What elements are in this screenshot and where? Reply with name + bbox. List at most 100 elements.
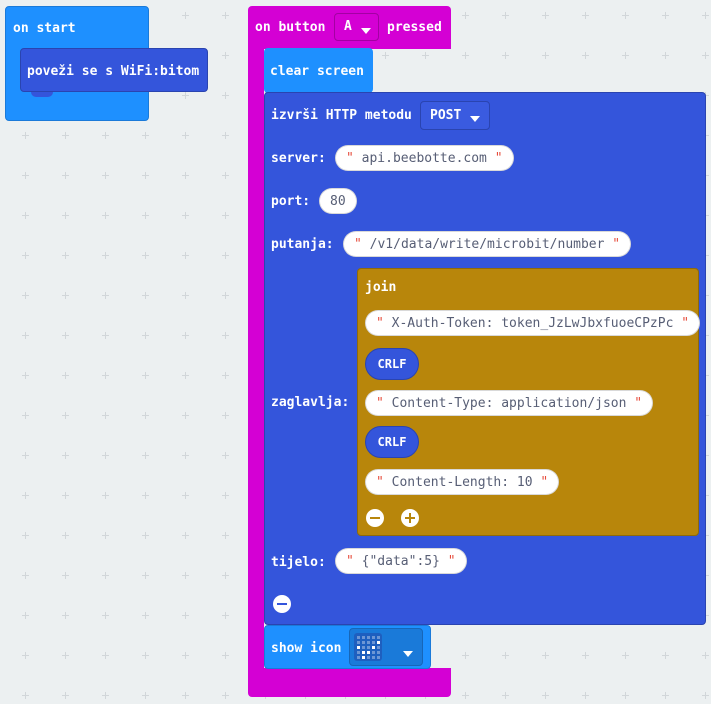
led-cell [357, 636, 360, 639]
grid-dot [185, 612, 186, 619]
led-cell [367, 641, 370, 644]
path-input[interactable]: " /v1/data/write/microbit/number " [343, 231, 632, 257]
remove-item-icon[interactable] [366, 509, 384, 527]
grid-dot [25, 292, 26, 299]
led-cell [372, 636, 375, 639]
led-cell [377, 641, 380, 644]
crlf-block[interactable]: CRLF [365, 426, 419, 458]
grid-dot [225, 492, 226, 499]
content-length-value: Content-Length: 10 [391, 475, 533, 490]
grid-dot [225, 12, 226, 19]
show-icon-block[interactable]: show icon [264, 625, 431, 669]
grid-dot [145, 572, 146, 579]
join-item-auth-token[interactable]: " X-Auth-Token: token_JzLwJbxfuoeCPzPc " [365, 310, 701, 336]
grid-dot [105, 492, 106, 499]
body-input[interactable]: " {"data":5} " [335, 548, 467, 574]
led-cell [377, 656, 380, 659]
grid-dot [625, 652, 626, 659]
http-method-block[interactable]: izvrši HTTP metodu POST server: " api.be… [264, 92, 706, 625]
grid-dot [25, 372, 26, 379]
led-cell [357, 641, 360, 644]
grid-dot [145, 172, 146, 179]
headers-label: zaglavlja: [271, 395, 350, 410]
grid-dot [25, 332, 26, 339]
grid-dot [185, 572, 186, 579]
led-cell [362, 646, 365, 649]
grid-dot [225, 132, 226, 139]
grid-dot [705, 652, 706, 659]
join-item-content-length[interactable]: " Content-Length: 10 " [365, 469, 560, 495]
clear-screen-block[interactable]: clear screen [264, 48, 373, 93]
grid-dot [225, 172, 226, 179]
led-cell [367, 646, 370, 649]
grid-dot [25, 172, 26, 179]
method-dropdown[interactable]: POST [420, 101, 490, 130]
grid-dot [225, 92, 226, 99]
body-label: tijelo: [271, 555, 326, 570]
grid-dot [185, 532, 186, 539]
grid-dot [225, 532, 226, 539]
grid-dot [185, 132, 186, 139]
grid-dot [545, 12, 546, 19]
grid-dot [665, 692, 666, 699]
chevron-down-icon [470, 108, 480, 127]
content-type-value: Content-Type: application/json [391, 396, 627, 411]
crlf-label: CRLF [377, 435, 407, 449]
join-item-content-type[interactable]: " Content-Type: application/json " [365, 390, 654, 416]
grid-dot [185, 652, 186, 659]
grid-dot [185, 692, 186, 699]
grid-dot [585, 692, 586, 699]
grid-dot [625, 692, 626, 699]
grid-dot [225, 412, 226, 419]
grid-dot [145, 492, 146, 499]
grid-dot [425, 52, 426, 59]
grid-dot [545, 52, 546, 59]
on-button-pressed-block[interactable]: on button A pressed [248, 6, 451, 49]
connect-wifi-block[interactable]: poveži se s WiFi:bitom [20, 48, 208, 97]
quote-open-icon: " [376, 475, 384, 490]
grid-dot [105, 532, 106, 539]
clear-screen-label: clear screen [270, 64, 364, 79]
grid-dot [145, 212, 146, 219]
grid-dot [225, 212, 226, 219]
grid-dot [145, 252, 146, 259]
server-input[interactable]: " api.beebotte.com " [335, 145, 514, 171]
grid-dot [185, 492, 186, 499]
grid-dot [465, 692, 466, 699]
grid-dot [105, 292, 106, 299]
grid-dot [705, 12, 706, 19]
quote-open-icon: " [376, 396, 384, 411]
on-start-label: on start [13, 21, 76, 36]
join-block[interactable]: join " X-Auth-Token: token_JzLwJbxfuoeCP… [357, 268, 701, 536]
grid-dot [505, 12, 506, 19]
grid-dot [65, 212, 66, 219]
on-button-left-bar [248, 48, 264, 670]
port-input[interactable]: 80 [319, 188, 357, 214]
grid-dot [145, 692, 146, 699]
led-cell [357, 656, 360, 659]
grid-dot [65, 292, 66, 299]
port-label: port: [271, 194, 311, 209]
button-dropdown[interactable]: A [334, 13, 379, 41]
grid-dot [225, 652, 226, 659]
led-cell [362, 636, 365, 639]
grid-dot [185, 292, 186, 299]
grid-dot [665, 52, 666, 59]
grid-dot [105, 212, 106, 219]
remove-param-icon[interactable] [273, 595, 291, 613]
quote-close-icon: " [447, 554, 456, 569]
body-value: {"data":5} [361, 554, 440, 569]
icon-picker[interactable] [349, 628, 423, 666]
chevron-down-icon [361, 20, 371, 39]
grid-dot [105, 372, 106, 379]
led-cell [372, 641, 375, 644]
crlf-label: CRLF [377, 357, 407, 371]
add-item-icon[interactable] [401, 509, 419, 527]
grid-dot [145, 292, 146, 299]
grid-dot [185, 332, 186, 339]
grid-dot [65, 372, 66, 379]
crlf-block[interactable]: CRLF [365, 348, 419, 380]
chevron-down-icon [403, 643, 413, 662]
grid-dot [105, 132, 106, 139]
quote-close-icon: " [681, 316, 690, 331]
